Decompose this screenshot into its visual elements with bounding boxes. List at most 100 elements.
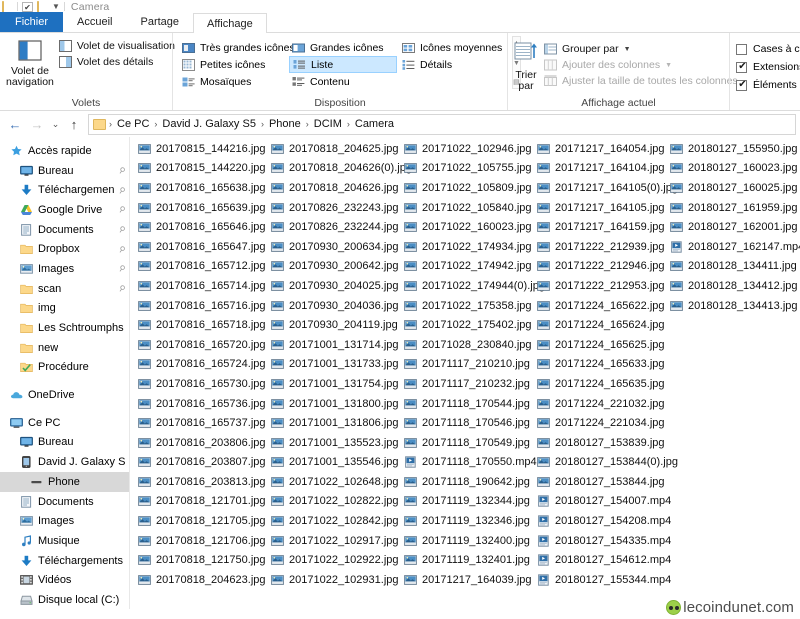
file-list-item[interactable]: 20180127_154612.mp4 <box>533 550 671 570</box>
file-list-item[interactable]: 20171222_212953.jpg <box>533 276 666 296</box>
file-list-item[interactable]: 20180127_160023.jpg <box>666 159 799 179</box>
file-list-item[interactable]: 20171119_132346.jpg <box>400 511 533 531</box>
file-list-item[interactable]: 20170816_203806.jpg <box>134 433 267 453</box>
file-list-item[interactable]: 20180127_153844.jpg <box>533 472 666 492</box>
file-list-item[interactable]: 20171117_210232.jpg <box>400 374 533 394</box>
sidebar-item-images[interactable]: Images <box>0 511 129 531</box>
sidebar-item-t-l-chargements[interactable]: Téléchargements <box>0 551 129 571</box>
sidebar-item-documents[interactable]: Documents <box>0 492 129 512</box>
file-list-item[interactable]: 20171222_212939.jpg <box>533 237 666 257</box>
file-list-item[interactable]: 20171022_174942.jpg <box>400 257 533 277</box>
file-list-item[interactable]: 20180128_134413.jpg <box>666 296 799 316</box>
file-list-item[interactable]: 20171118_170549.jpg <box>400 433 533 453</box>
file-list-item[interactable]: 20180127_153839.jpg <box>533 433 666 453</box>
file-list-item[interactable]: 20170818_204623.jpg <box>134 570 267 590</box>
pin-icon[interactable]: ⚲ <box>117 283 127 294</box>
file-list-item[interactable]: 20170816_165639.jpg <box>134 198 267 218</box>
customize-dropdown-icon[interactable]: ▼ <box>52 2 60 12</box>
layout-small-icons[interactable]: Petites icônes <box>179 56 287 73</box>
breadcrumb-item-camera[interactable]: Camera <box>353 118 396 130</box>
file-list-item[interactable]: 20170816_165647.jpg <box>134 237 267 257</box>
layout-large-icons[interactable]: Grandes icônes <box>289 39 397 56</box>
size-all-columns-button[interactable]: Ajuster la taille de toutes les colonnes <box>544 75 738 87</box>
sidebar-item-t-l-chargement[interactable]: Téléchargement: ⚲ <box>0 180 129 200</box>
sort-by-button[interactable]: Trier par <box>514 39 538 92</box>
file-list-item[interactable]: 20171224_221032.jpg <box>533 394 666 414</box>
sidebar-item-images[interactable]: Images ⚲ <box>0 259 129 279</box>
file-list-item[interactable]: 20180127_155950.jpg <box>666 139 799 159</box>
file-list-item[interactable]: 20171119_132400.jpg <box>400 531 533 551</box>
file-list-item[interactable]: 20171224_165622.jpg <box>533 296 666 316</box>
file-list-item[interactable]: 20180128_134412.jpg <box>666 276 799 296</box>
checkbox-item-extensions[interactable]: Extensions <box>736 61 800 73</box>
file-list-item[interactable]: 20180127_161959.jpg <box>666 198 799 218</box>
group-by-button[interactable]: Grouper par ▼ <box>544 43 738 55</box>
file-list-item[interactable]: 20171001_131733.jpg <box>267 355 400 375</box>
file-list-item[interactable]: 20171118_190642.jpg <box>400 472 533 492</box>
file-list-item[interactable]: 20170930_204036.jpg <box>267 296 400 316</box>
file-list-item[interactable]: 20170816_165646.jpg <box>134 217 267 237</box>
file-list-item[interactable]: 20171001_131714.jpg <box>267 335 400 355</box>
file-list-item[interactable]: 20170826_232244.jpg <box>267 217 400 237</box>
recent-locations-button[interactable]: ⌄ <box>48 113 63 135</box>
sidebar-item-img[interactable]: img <box>0 299 129 319</box>
navigation-pane-button[interactable]: Volet de navigation <box>6 36 54 88</box>
file-list-item[interactable]: 20171022_105755.jpg <box>400 159 533 179</box>
tab-affichage[interactable]: Affichage <box>193 13 267 33</box>
sidebar-item-bureau[interactable]: Bureau ⚲ <box>0 161 129 181</box>
file-list-item[interactable]: 20170818_121750.jpg <box>134 550 267 570</box>
preview-pane-button[interactable]: Volet de visualisation <box>58 40 175 52</box>
file-list-item[interactable]: 20170816_165736.jpg <box>134 394 267 414</box>
file-list-item[interactable]: 20171001_135523.jpg <box>267 433 400 453</box>
file-list-item[interactable]: 20170816_203813.jpg <box>134 472 267 492</box>
layout-content[interactable]: Contenu <box>289 73 397 90</box>
file-list-item[interactable]: 20171022_102917.jpg <box>267 531 400 551</box>
tab-partage[interactable]: Partage <box>126 12 193 32</box>
file-list-item[interactable]: 20170818_204625.jpg <box>267 139 400 159</box>
breadcrumb-item-ce-pc[interactable]: Ce PC <box>115 118 151 130</box>
file-list-item[interactable]: 20171224_221034.jpg <box>533 413 666 433</box>
file-list-item[interactable]: 20170818_121701.jpg <box>134 492 267 512</box>
back-button[interactable]: ← <box>4 113 26 135</box>
sidebar-item-onedrive[interactable]: OneDrive <box>0 385 129 405</box>
sidebar-item-documents[interactable]: Documents ⚲ <box>0 220 129 240</box>
file-list-item[interactable]: 20170816_165714.jpg <box>134 276 267 296</box>
file-list-item[interactable]: 20171217_164039.jpg <box>400 570 533 590</box>
file-list-item[interactable]: 20170816_165712.jpg <box>134 257 267 277</box>
properties-checkbox-icon[interactable]: ✔ <box>22 1 33 12</box>
up-button[interactable]: ↑ <box>63 113 85 135</box>
navigation-pane[interactable]: Accès rapide Bureau ⚲ Téléchargement: ⚲ Googl… <box>0 137 130 609</box>
file-list-item[interactable]: 20171001_131754.jpg <box>267 374 400 394</box>
file-list-item[interactable]: 20170818_204626.jpg <box>267 178 400 198</box>
file-list-item[interactable]: 20170816_165716.jpg <box>134 296 267 316</box>
new-folder-icon[interactable] <box>37 0 48 15</box>
sidebar-item-david-j-galaxy-s5[interactable]: David J. Galaxy S5 <box>0 452 129 472</box>
file-list-item[interactable]: 20170816_165718.jpg <box>134 315 267 335</box>
layout-tiles[interactable]: Mosaïques <box>179 73 287 90</box>
file-list-item[interactable]: 20171022_105809.jpg <box>400 178 533 198</box>
sidebar-item-new[interactable]: new <box>0 338 129 358</box>
file-list-item[interactable]: 20171022_174934.jpg <box>400 237 533 257</box>
file-list-item[interactable]: 20171022_102922.jpg <box>267 550 400 570</box>
file-list-item[interactable]: 20171022_102822.jpg <box>267 492 400 512</box>
checkbox-icon[interactable] <box>736 43 747 55</box>
add-columns-button[interactable]: Ajouter des colonnes ▼ <box>544 59 738 71</box>
file-list-item[interactable]: 20171224_165635.jpg <box>533 374 666 394</box>
pin-icon[interactable]: ⚲ <box>117 244 127 255</box>
file-list-item[interactable]: 20171217_164054.jpg <box>533 139 666 159</box>
file-list-item[interactable]: 20171217_164104.jpg <box>533 159 666 179</box>
file-list-item[interactable]: 20180127_155344.mp4 <box>533 570 671 590</box>
pin-icon[interactable]: ⚲ <box>117 165 127 176</box>
file-list-item[interactable]: 20171224_165625.jpg <box>533 335 666 355</box>
file-list-item[interactable]: 20170930_204119.jpg <box>267 315 400 335</box>
file-list-item[interactable]: 20170816_165720.jpg <box>134 335 267 355</box>
sidebar-item-les-schtroumphs[interactable]: Les Schtroumphs <box>0 318 129 338</box>
file-list-item[interactable]: 20180127_154208.mp4 <box>533 511 671 531</box>
file-list-item[interactable]: 20171224_165624.jpg <box>533 315 666 335</box>
file-list[interactable]: 20170815_144216.jpg 20170815_144220.jpg 20… <box>130 137 800 609</box>
file-list-item[interactable]: 20171022_102842.jpg <box>267 511 400 531</box>
breadcrumb[interactable]: › Ce PC › David J. Galaxy S5 › Phone › D… <box>88 113 796 135</box>
file-list-item[interactable]: 20171022_102946.jpg <box>400 139 533 159</box>
file-list-item[interactable]: 20170818_121705.jpg <box>134 511 267 531</box>
file-list-item[interactable]: 20180127_154007.mp4 <box>533 492 671 512</box>
